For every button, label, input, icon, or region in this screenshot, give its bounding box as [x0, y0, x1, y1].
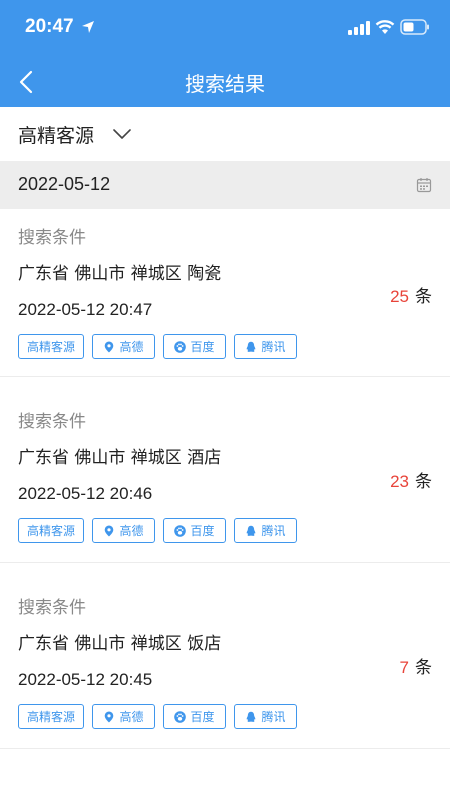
- nav-bar: 搜索结果: [0, 56, 450, 107]
- tag-tencent[interactable]: 腾讯: [234, 518, 297, 543]
- condition-label: 搜索条件: [18, 228, 86, 248]
- map-pin-icon: [105, 525, 114, 536]
- result-count-unit: 条: [415, 287, 432, 307]
- tag-tencent[interactable]: 腾讯: [234, 704, 297, 729]
- tag-label: 高德: [119, 340, 144, 354]
- status-time: 20:47: [25, 16, 74, 37]
- tag-label: 腾讯: [261, 524, 286, 538]
- date-picker[interactable]: 2022-05-12: [0, 161, 450, 209]
- result-count-number: 7: [399, 658, 409, 677]
- signal-icon: [348, 21, 370, 35]
- tag-label: 高精客源: [26, 710, 75, 724]
- tag-baidu[interactable]: 百度: [163, 518, 226, 543]
- result-count: 7条: [400, 653, 432, 678]
- result-list: 搜索条件 广东省 佛山市 禅城区 陶瓷 2022-05-12 20:47 高精客…: [0, 209, 450, 749]
- tag-gaode[interactable]: 高德: [92, 704, 155, 729]
- tag-label: 百度: [190, 524, 215, 538]
- status-bar: 20:47: [0, 0, 450, 56]
- tag-label: 百度: [190, 340, 215, 354]
- source-tags: 高精客源 高德 百度 腾讯: [18, 704, 438, 729]
- tag-tencent[interactable]: 腾讯: [234, 334, 297, 359]
- paw-icon: [174, 710, 187, 723]
- result-count-number: 25: [390, 287, 409, 306]
- tag-gaode[interactable]: 高德: [92, 334, 155, 359]
- map-pin-icon: [105, 711, 114, 722]
- tag-baidu[interactable]: 百度: [163, 334, 226, 359]
- result-card[interactable]: 搜索条件 广东省 佛山市 禅城区 饭店 2022-05-12 20:45 高精客…: [0, 563, 450, 749]
- header: 20:47 搜索结果: [0, 0, 450, 107]
- result-card[interactable]: 搜索条件 广东省 佛山市 禅城区 陶瓷 2022-05-12 20:47 高精客…: [0, 209, 450, 377]
- source-tags: 高精客源 高德 百度 腾讯: [18, 334, 438, 359]
- paw-icon: [174, 340, 187, 353]
- result-count: 23 条: [390, 467, 432, 492]
- condition-region: 广东省 佛山市 禅城区 饭店: [18, 634, 222, 654]
- chevron-down-icon: [113, 129, 131, 139]
- tag-label: 腾讯: [261, 710, 286, 724]
- condition-time: 2022-05-12 20:47: [18, 300, 153, 319]
- result-count-unit: 条: [415, 472, 432, 492]
- penguin-icon: [247, 341, 256, 352]
- tag-label: 高精客源: [26, 524, 75, 538]
- paw-icon: [174, 524, 187, 537]
- condition-time: 2022-05-12 20:46: [18, 484, 153, 503]
- tag-gaojing[interactable]: 高精客源: [18, 334, 84, 359]
- tag-gaojing[interactable]: 高精客源: [18, 518, 84, 543]
- tag-label: 高德: [119, 524, 144, 538]
- wifi-icon: [375, 20, 395, 34]
- condition-label: 搜索条件: [18, 412, 86, 432]
- calendar-icon[interactable]: [416, 177, 432, 193]
- tag-baidu[interactable]: 百度: [163, 704, 226, 729]
- page-title: 搜索结果: [185, 72, 265, 96]
- result-card[interactable]: 搜索条件 广东省 佛山市 禅城区 酒店 2022-05-12 20:46 高精客…: [0, 377, 450, 563]
- tag-gaojing[interactable]: 高精客源: [18, 704, 84, 729]
- selected-date: 2022-05-12: [18, 174, 111, 194]
- tag-label: 高德: [119, 710, 144, 724]
- source-tags: 高精客源 高德 百度 腾讯: [18, 518, 438, 543]
- penguin-icon: [247, 525, 256, 536]
- condition-time: 2022-05-12 20:45: [18, 670, 153, 689]
- condition-region: 广东省 佛山市 禅城区 陶瓷: [18, 264, 222, 284]
- map-pin-icon: [105, 341, 114, 352]
- filter-label: 高精客源: [18, 125, 95, 147]
- tag-label: 腾讯: [261, 340, 286, 354]
- location-arrow-icon: [82, 21, 94, 33]
- condition-region: 广东省 佛山市 禅城区 酒店: [18, 448, 222, 468]
- battery-icon: [400, 19, 429, 35]
- tag-gaode[interactable]: 高德: [92, 518, 155, 543]
- tag-label: 百度: [190, 710, 215, 724]
- result-count-unit: 条: [415, 658, 432, 678]
- penguin-icon: [247, 711, 256, 722]
- filter-dropdown[interactable]: 高精客源: [0, 107, 450, 161]
- result-count-number: 23: [390, 472, 409, 491]
- result-card-body: 搜索条件 广东省 佛山市 禅城区 陶瓷 2022-05-12 20:47 高精客…: [18, 226, 438, 393]
- result-count: 25 条: [390, 282, 432, 307]
- tag-label: 高精客源: [26, 340, 75, 354]
- condition-label: 搜索条件: [18, 598, 86, 618]
- result-card-body: 搜索条件 广东省 佛山市 禅城区 饭店 2022-05-12 20:45 高精客…: [18, 596, 438, 781]
